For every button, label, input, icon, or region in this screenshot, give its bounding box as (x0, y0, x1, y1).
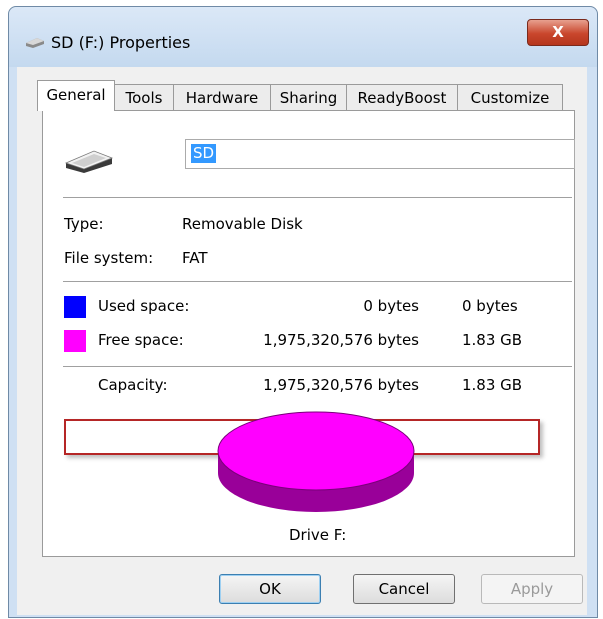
type-label: Type: (64, 215, 104, 233)
drive-caption: Drive F: (289, 526, 347, 544)
tab-readyboost[interactable]: ReadyBoost (346, 84, 458, 110)
file-system-value: FAT (182, 249, 208, 267)
pie-free-slice (217, 411, 415, 491)
drive-name-input[interactable]: SD (185, 139, 575, 169)
used-space-swatch (64, 296, 86, 318)
separator (63, 281, 572, 282)
capacity-label: Capacity: (98, 376, 168, 394)
tab-customize[interactable]: Customize (457, 84, 563, 110)
drive-name-value: SD (191, 144, 217, 163)
ok-button[interactable]: OK (219, 574, 321, 604)
free-space-bytes: 1,975,320,576 bytes (263, 331, 419, 349)
free-space-label: Free space: (98, 331, 184, 349)
general-tab-panel: SD Type: Removable Disk File system: FAT… (42, 110, 575, 557)
tab-sharing[interactable]: Sharing (270, 84, 347, 110)
window-title: SD (F:) Properties (51, 33, 191, 52)
used-space-size: 0 bytes (462, 297, 518, 315)
used-space-label: Used space: (98, 297, 190, 315)
type-value: Removable Disk (182, 215, 303, 233)
capacity-bytes: 1,975,320,576 bytes (263, 376, 419, 394)
separator (63, 197, 572, 198)
tab-strip: General Tools Hardware Sharing ReadyBoos… (37, 80, 569, 111)
capacity-size: 1.83 GB (462, 376, 523, 394)
free-space-size: 1.83 GB (462, 331, 523, 349)
used-space-bytes: 0 bytes (363, 297, 419, 315)
close-button[interactable]: X (527, 19, 589, 46)
tab-tools[interactable]: Tools (114, 84, 174, 110)
removable-drive-icon (64, 150, 114, 173)
separator (63, 366, 572, 367)
dialog-body: General Tools Hardware Sharing ReadyBoos… (17, 67, 587, 615)
tab-hardware[interactable]: Hardware (173, 84, 271, 110)
properties-window: SD (F:) Properties X General Tools Hardw… (8, 6, 598, 618)
free-space-swatch (64, 330, 86, 352)
disk-usage-pie-chart (217, 411, 415, 512)
drive-icon (26, 38, 44, 48)
tab-general[interactable]: General (37, 80, 115, 111)
title-bar: SD (F:) Properties X (9, 7, 597, 67)
file-system-label: File system: (64, 249, 154, 267)
cancel-button[interactable]: Cancel (353, 574, 455, 604)
apply-button[interactable]: Apply (481, 574, 583, 604)
